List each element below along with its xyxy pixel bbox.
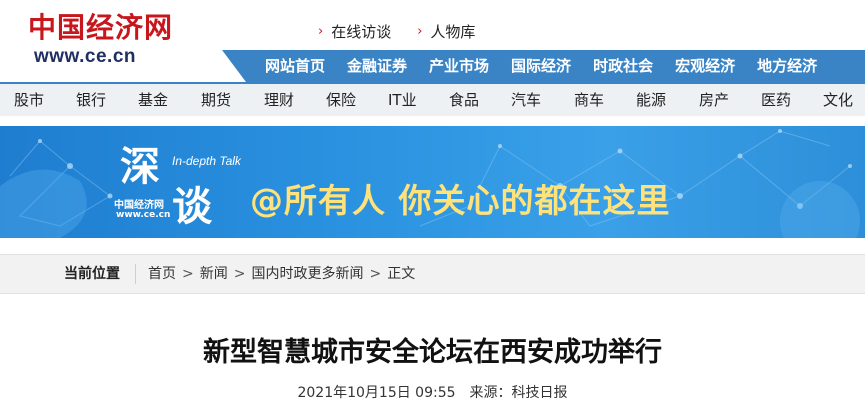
quick-link-label: 人物库 [430,22,476,41]
category-insurance[interactable]: 保险 [326,84,356,116]
category-funds[interactable]: 基金 [138,84,168,116]
logo-chinese-text: 中国经济网 [28,11,174,44]
quick-links: › 在线访谈 › 人物库 [318,20,475,42]
main-nav-item-international[interactable]: 国际经济 [500,50,582,82]
article-datetime: 2021年10月15日 09:55 [297,385,456,401]
breadcrumb-separator: > [369,266,382,282]
breadcrumb-divider [135,264,136,284]
banner-title-char-1: 深 [120,143,160,190]
breadcrumb-domestic-politics[interactable]: 国内时政更多新闻 [251,255,363,293]
article-meta: 2021年10月15日 09:55 来源：科技日报 [0,382,865,402]
main-nav: 网站首页 金融证券 产业市场 国际经济 时政社会 宏观经济 地方经济 [254,50,828,82]
breadcrumb-news[interactable]: 新闻 [200,255,228,293]
banner-slogan: @所有人 你关心的都在这里 [250,181,671,220]
logo-url-text: www.ce.cn [34,46,136,67]
main-nav-item-politics[interactable]: 时政社会 [582,50,664,82]
quick-link-people-database[interactable]: › 人物库 [417,20,475,42]
breadcrumb-label: 当前位置 [64,266,120,282]
breadcrumb-separator: > [233,266,246,282]
quick-link-label: 在线访谈 [331,22,392,41]
chevron-right-icon: › [318,23,324,39]
category-list: 股市 银行 基金 期货 理财 保险 IT业 食品 汽车 商车 能源 房产 医药 … [0,84,865,116]
category-banks[interactable]: 银行 [76,84,106,116]
main-nav-item-finance[interactable]: 金融证券 [336,50,418,82]
banner-subtitle-en: In-depth Talk [172,154,241,168]
category-energy[interactable]: 能源 [636,84,666,116]
quick-link-online-interview[interactable]: › 在线访谈 [318,20,391,42]
site-header: 中国经济网 www.ce.cn › 在线访谈 › 人物库 网站首页 金融证券 产… [0,0,865,82]
category-futures[interactable]: 期货 [201,84,231,116]
banner-brand-cn: 中国经济网 [114,200,164,211]
category-auto[interactable]: 汽车 [511,84,541,116]
breadcrumb-home[interactable]: 首页 [148,255,176,293]
main-nav-item-local[interactable]: 地方经济 [746,50,828,82]
article-title: 新型智慧城市安全论坛在西安成功举行 [203,337,662,368]
category-bar: 股市 银行 基金 期货 理财 保险 IT业 食品 汽车 商车 能源 房产 医药 … [0,82,865,116]
breadcrumb-bar: 当前位置 首页 > 新闻 > 国内时政更多新闻 > 正文 [0,254,865,294]
category-real-estate[interactable]: 房产 [699,84,729,116]
breadcrumb-current: 正文 [387,266,416,282]
category-food[interactable]: 食品 [449,84,479,116]
category-stocks[interactable]: 股市 [14,84,44,116]
article-source: 科技日报 [511,385,568,401]
in-depth-talk-banner[interactable]: 深 In-depth Talk 谈 中国经济网 www.ce.cn @所有人 你… [0,126,865,238]
category-commercial-vehicle[interactable]: 商车 [574,84,604,116]
banner-brand-en: www.ce.cn [116,210,171,220]
article-source-label: 来源： [469,385,512,401]
breadcrumb-separator: > [182,266,194,282]
category-wealth[interactable]: 理财 [264,84,294,116]
main-nav-notch [222,50,246,82]
main-nav-item-home[interactable]: 网站首页 [254,50,336,82]
chevron-right-icon: › [417,23,423,39]
category-medicine[interactable]: 医药 [761,84,791,116]
banner-title-char-2: 谈 [172,183,212,230]
category-culture[interactable]: 文化 [823,84,853,116]
main-nav-item-macro[interactable]: 宏观经济 [664,50,746,82]
main-nav-item-industry[interactable]: 产业市场 [418,50,500,82]
site-logo[interactable]: 中国经济网 www.ce.cn [28,6,188,70]
category-it[interactable]: IT业 [388,84,417,116]
breadcrumb: 首页 > 新闻 > 国内时政更多新闻 > 正文 [148,255,415,293]
